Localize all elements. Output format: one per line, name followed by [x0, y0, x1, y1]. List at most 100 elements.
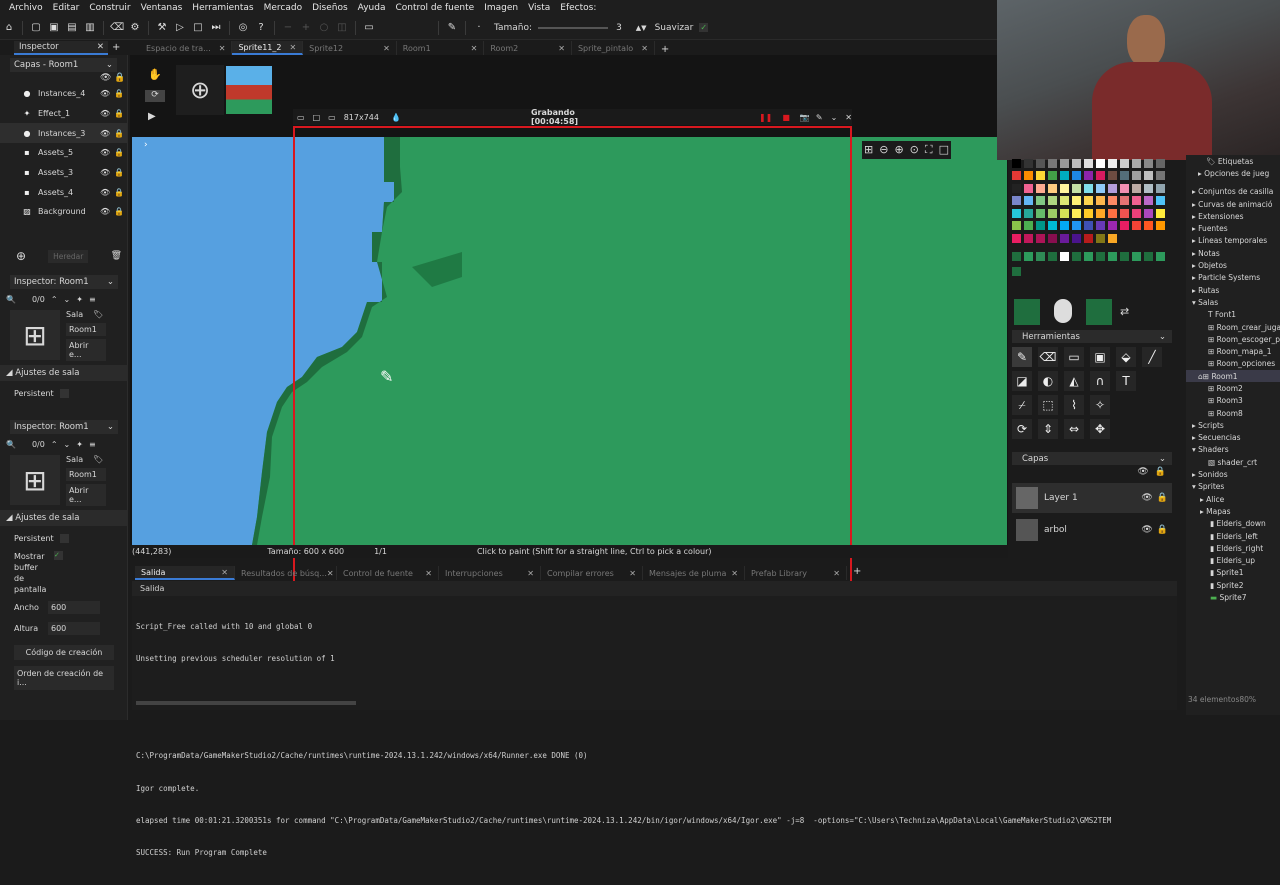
color-swatch[interactable] — [1035, 171, 1045, 180]
color-swatch[interactable] — [1095, 208, 1105, 218]
move-tool-icon[interactable]: ✥ — [1090, 419, 1110, 439]
tree-item[interactable]: ▸ Alice — [1186, 493, 1280, 505]
zoom-out-icon[interactable]: − — [281, 21, 295, 35]
tree-item[interactable]: ▸ Opciones de jueg — [1186, 167, 1280, 179]
brush-shape-icon[interactable]: · — [472, 21, 486, 35]
tree-item[interactable]: ▾ Sprites — [1186, 481, 1280, 493]
menu-windows[interactable]: Ventanas — [141, 3, 183, 13]
layer-assets-5[interactable]: ▪ Assets_5 👁 🔒 — [0, 143, 127, 163]
layer-instances-4[interactable]: ● Instances_4 👁 🔒 — [0, 84, 127, 104]
color-swatch[interactable] — [1071, 171, 1081, 180]
menu-file[interactable]: Archivo — [9, 3, 43, 13]
pin-icon[interactable]: ✦ — [76, 295, 83, 304]
marquee-tool-icon[interactable]: ⬚ — [1038, 395, 1058, 415]
clean-icon[interactable]: ⌫ — [110, 21, 124, 35]
color-swatch[interactable] — [1095, 158, 1105, 168]
tab-compile-errors[interactable]: Compilar errores ✕ — [541, 566, 643, 580]
color-swatch[interactable] — [1095, 171, 1105, 180]
tab-source-control[interactable]: Control de fuente ✕ — [337, 566, 439, 580]
fit-icon[interactable]: ◫ — [335, 21, 349, 35]
size-stepper-icon[interactable]: ▲▼ — [636, 24, 647, 32]
camera-icon[interactable]: 📷 — [800, 113, 810, 122]
recent-color-swatch[interactable] — [1023, 252, 1033, 261]
recent-color-swatch[interactable] — [1107, 252, 1117, 261]
lock-icon[interactable]: 🔒 — [1155, 467, 1166, 481]
color-swatch[interactable] — [1023, 208, 1033, 218]
inspector-tab[interactable]: Inspector ✕ — [14, 41, 108, 55]
color-swatch[interactable] — [1059, 183, 1069, 193]
lock-icon[interactable]: 🔒 — [114, 73, 125, 83]
lock-icon[interactable]: 🔒 — [114, 129, 124, 138]
select-tool-icon[interactable]: ▭ — [1064, 347, 1084, 367]
chevron-down-icon[interactable]: ⌄ — [831, 113, 838, 122]
color-swatch[interactable] — [1107, 221, 1117, 230]
open-editor-button[interactable]: Abrir e... — [66, 484, 106, 506]
color-swatch[interactable] — [1119, 183, 1129, 193]
pencil-tool-icon[interactable]: ✎ — [445, 21, 459, 35]
window-icon[interactable]: ▭ — [297, 113, 305, 122]
width-field[interactable]: 600 — [48, 601, 100, 614]
color-palette[interactable] — [1010, 157, 1172, 281]
persistent-checkbox[interactable] — [59, 534, 69, 543]
add-tab-icon[interactable]: + — [853, 566, 861, 580]
color-swatch[interactable] — [1107, 233, 1117, 243]
lock-icon[interactable]: 🔒 — [114, 109, 124, 118]
lock-icon[interactable]: 🔒 — [114, 89, 124, 98]
recent-color-swatch[interactable] — [1011, 252, 1021, 261]
curve-tool-icon[interactable]: ∩ — [1090, 371, 1110, 391]
color-swatch[interactable] — [1059, 196, 1069, 205]
tree-item[interactable]: ▮ Elderis_down — [1186, 518, 1280, 530]
eye-icon[interactable]: 👁 — [100, 168, 110, 177]
tree-item[interactable]: ▸ Mapas — [1186, 505, 1280, 517]
close-icon[interactable]: ✕ — [731, 569, 738, 578]
layer-assets-4[interactable]: ▪ Assets_4 👁 🔒 — [0, 182, 127, 202]
color-swatch[interactable] — [1131, 221, 1141, 230]
color-swatch[interactable] — [1059, 221, 1069, 230]
color-swatch[interactable] — [1047, 158, 1057, 168]
color-swatch[interactable] — [1071, 221, 1081, 230]
color-swatch[interactable] — [1035, 158, 1045, 168]
color-swatch[interactable] — [1083, 233, 1093, 243]
capas-header[interactable]: Capas ⌄ — [1012, 452, 1172, 465]
tree-item[interactable]: ⊞ Room_crear_jugad — [1186, 321, 1280, 333]
polygon-tool-icon[interactable]: ◭ — [1064, 371, 1084, 391]
color-swatch[interactable] — [1107, 208, 1117, 218]
color-swatch[interactable] — [1083, 208, 1093, 218]
tree-item[interactable]: ▮ Elderis_right — [1186, 542, 1280, 554]
lock-icon[interactable]: 🔒 — [1157, 493, 1168, 503]
color-swatch[interactable] — [1071, 196, 1081, 205]
color-swatch[interactable] — [1095, 221, 1105, 230]
color-swatch[interactable] — [1035, 183, 1045, 193]
color-swatch[interactable] — [1131, 171, 1141, 180]
menu-layouts[interactable]: Diseños — [312, 3, 348, 13]
color-swatch[interactable] — [1047, 221, 1057, 230]
color-swatch[interactable] — [1143, 221, 1153, 230]
run-icon[interactable]: ▷ — [173, 21, 187, 35]
room-name-field[interactable]: Room1 — [66, 468, 106, 481]
menu-source-control[interactable]: Control de fuente — [395, 3, 474, 13]
eye-icon[interactable]: 👁 — [100, 73, 111, 83]
open-icon[interactable]: ▣ — [47, 21, 61, 35]
color-swatch[interactable] — [1083, 221, 1093, 230]
zoom-reset-icon[interactable]: ⊙ — [910, 143, 919, 157]
color-swatch[interactable] — [1155, 158, 1165, 168]
text-tool-icon[interactable]: T — [1116, 371, 1136, 391]
frame-thumbnail[interactable] — [226, 66, 272, 114]
color-swatch[interactable] — [1083, 196, 1093, 205]
tree-item[interactable]: T Font1 — [1186, 309, 1280, 321]
color-swatch[interactable] — [1155, 171, 1165, 180]
grid-icon[interactable]: ⊞ — [864, 143, 873, 157]
close-icon[interactable]: ✕ — [558, 44, 565, 53]
color-swatch[interactable] — [1059, 208, 1069, 218]
recent-color-swatch[interactable] — [1035, 252, 1045, 261]
flip-vertical-tool-icon[interactable]: ⇕ — [1038, 419, 1058, 439]
horizontal-scrollbar[interactable] — [136, 701, 356, 705]
tree-item[interactable]: ⊞ Room_escoger_pe — [1186, 333, 1280, 345]
tree-item[interactable]: ▮ Elderis_left — [1186, 530, 1280, 542]
tree-item[interactable]: ⊞ Room3 — [1186, 395, 1280, 407]
tab-sprite-pintalo[interactable]: Sprite_pintalo ✕ — [572, 41, 655, 55]
menu-market[interactable]: Mercado — [264, 3, 303, 13]
flip-horizontal-tool-icon[interactable]: ⇔ — [1064, 419, 1084, 439]
pencil-tool-icon[interactable]: ✎ — [1012, 347, 1032, 367]
add-frame-icon[interactable]: ⊕ — [176, 65, 224, 115]
